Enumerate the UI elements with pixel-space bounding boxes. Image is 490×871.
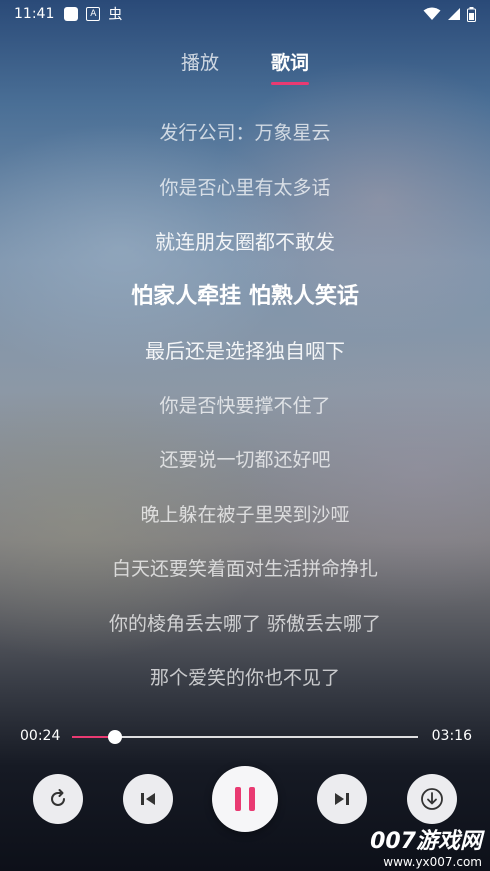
pause-button[interactable] <box>212 766 278 832</box>
lyrics-list[interactable]: 发行公司：万象星云 你是否心里有太多话 就连朋友圈都不敢发 怕家人牵挂 怕熟人笑… <box>0 110 490 710</box>
watermark-url: www.yx007.com <box>383 855 482 869</box>
next-icon <box>335 793 349 805</box>
status-extra-char: 虫 <box>108 7 123 23</box>
download-icon <box>421 788 443 810</box>
previous-button[interactable] <box>123 774 173 824</box>
battery-icon <box>467 6 476 22</box>
current-time: 00:24 <box>20 728 61 744</box>
total-time: 03:16 <box>431 728 472 744</box>
repeat-button[interactable] <box>33 774 83 824</box>
next-button[interactable] <box>317 774 367 824</box>
tab-play[interactable]: 播放 <box>181 48 219 75</box>
repeat-icon <box>51 789 65 806</box>
lyric-line[interactable]: 晚上躲在被子里哭到沙哑 <box>0 492 490 547</box>
status-time: 11:41 <box>14 6 55 22</box>
status-bar: 11:41 A 虫 <box>0 0 490 28</box>
square-icon <box>64 7 79 21</box>
tab-bar: 播放 歌词 <box>0 48 490 85</box>
pause-icon <box>235 787 255 811</box>
watermark: 007游戏网 www.yx007.com <box>370 823 482 869</box>
progress-bar: 00:24 03:16 <box>0 726 490 748</box>
lyric-line[interactable]: 最后还是选择独自咽下 <box>0 328 490 383</box>
tab-lyrics[interactable]: 歌词 <box>271 48 310 85</box>
watermark-title: 007游戏网 <box>370 829 482 854</box>
seek-track[interactable] <box>72 730 418 744</box>
previous-icon <box>141 793 155 805</box>
lyric-line[interactable]: 还要说一切都还好吧 <box>0 437 490 492</box>
signal-icon <box>448 8 460 20</box>
wifi-icon <box>423 7 441 20</box>
seek-handle[interactable] <box>108 730 123 744</box>
lyric-line[interactable]: 你的棱角丢去哪了 骄傲丢去哪了 <box>0 601 490 656</box>
lyric-line[interactable]: 白天还要笑着面对生活拼命挣扎 <box>0 546 490 601</box>
lyric-line[interactable]: 你是否心里有太多话 <box>0 165 490 220</box>
lyric-line[interactable]: 就连朋友圈都不敢发 <box>0 219 490 274</box>
download-button[interactable] <box>407 774 457 824</box>
lyric-line[interactable]: 那个爱笑的你也不见了 <box>0 655 490 710</box>
lyric-line[interactable]: 发行公司：万象星云 <box>0 110 490 165</box>
lyric-line-current[interactable]: 怕家人牵挂 怕熟人笑话 <box>0 274 490 329</box>
a-badge-icon: A <box>86 7 101 21</box>
lyric-line[interactable]: 你是否快要撑不住了 <box>0 383 490 438</box>
